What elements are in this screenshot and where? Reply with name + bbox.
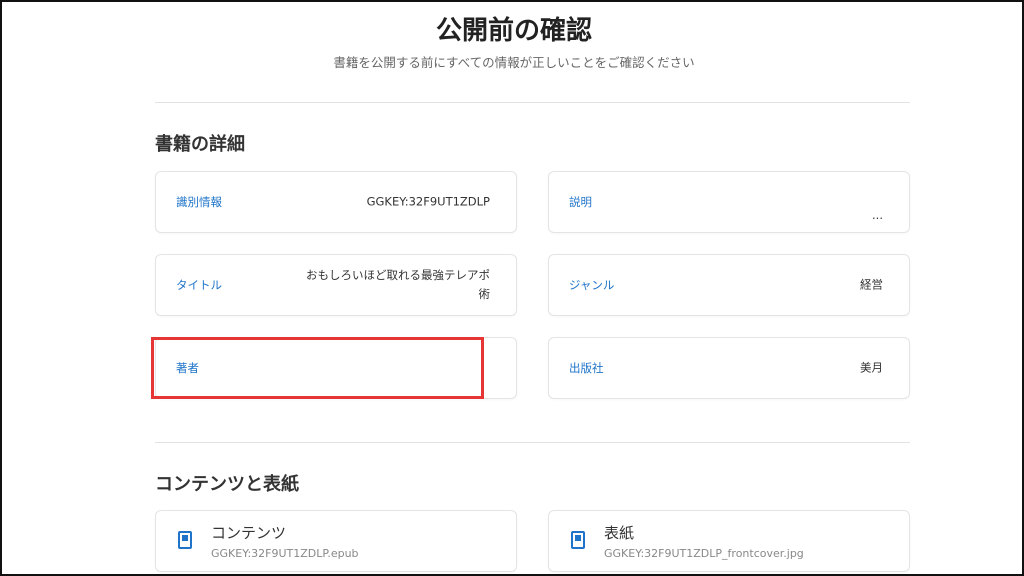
book-details-heading: 書籍の詳細 xyxy=(155,134,245,155)
content-file-card[interactable]: コンテンツ GGKEY:32F9UT1ZDLP.epub xyxy=(155,510,517,572)
genre-label: ジャンル xyxy=(569,278,615,292)
publisher-card[interactable]: 出版社 美月 xyxy=(548,337,910,399)
cover-file-name: 表紙 xyxy=(604,524,635,542)
divider xyxy=(155,442,910,443)
file-icon xyxy=(571,531,585,549)
description-value: ... xyxy=(872,208,883,222)
publisher-value: 美月 xyxy=(860,360,883,375)
identifier-value: GGKEY:32F9UT1ZDLP xyxy=(366,194,490,209)
identifier-card[interactable]: 識別情報 GGKEY:32F9UT1ZDLP xyxy=(155,171,517,233)
cover-file-path: GGKEY:32F9UT1ZDLP_frontcover.jpg xyxy=(604,547,804,560)
title-card[interactable]: タイトル おもしろいほど取れる最強テレアポ術 xyxy=(155,254,517,316)
identifier-label: 識別情報 xyxy=(176,195,222,209)
file-icon xyxy=(178,531,192,549)
cover-file-card[interactable]: 表紙 GGKEY:32F9UT1ZDLP_frontcover.jpg xyxy=(548,510,910,572)
author-highlight-box xyxy=(151,337,484,399)
genre-card[interactable]: ジャンル 経営 xyxy=(548,254,910,316)
content-cover-heading: コンテンツと表紙 xyxy=(155,474,299,495)
divider xyxy=(155,102,910,103)
content-file-name: コンテンツ xyxy=(211,524,287,542)
publisher-label: 出版社 xyxy=(569,361,604,375)
page-subtitle: 書籍を公開する前にすべての情報が正しいことをご確認ください xyxy=(333,55,695,70)
description-card[interactable]: 説明 ... xyxy=(548,171,910,233)
description-label: 説明 xyxy=(569,195,592,209)
review-page: 公開前の確認 書籍を公開する前にすべての情報が正しいことをご確認ください 書籍の… xyxy=(0,0,1024,576)
title-label: タイトル xyxy=(176,278,222,292)
genre-value: 経営 xyxy=(860,277,883,292)
title-value: おもしろいほど取れる最強テレアポ術 xyxy=(306,268,490,301)
content-file-path: GGKEY:32F9UT1ZDLP.epub xyxy=(211,547,359,560)
page-title: 公開前の確認 xyxy=(435,16,592,46)
